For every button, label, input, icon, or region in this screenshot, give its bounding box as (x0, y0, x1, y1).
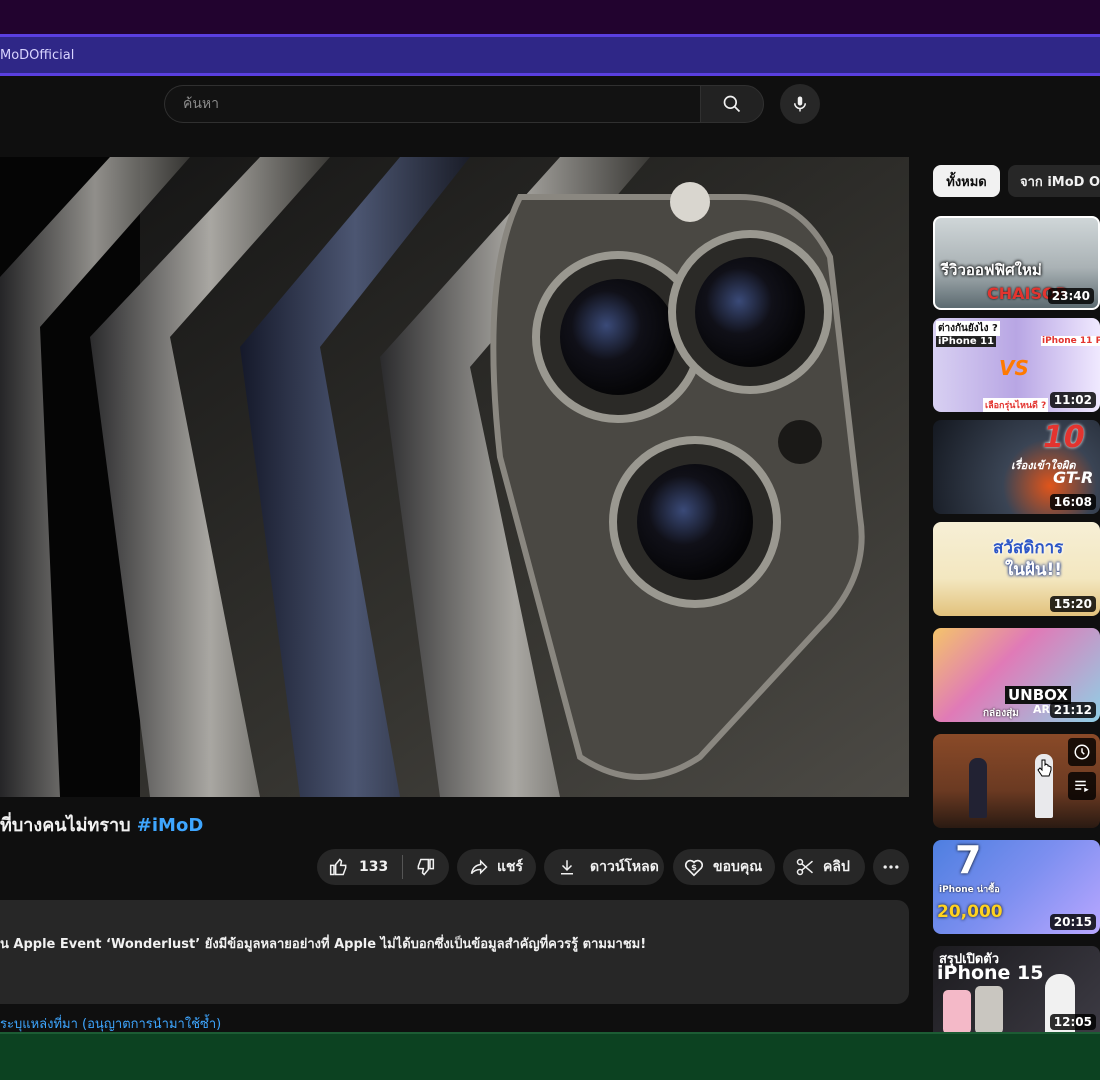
address-text: MoDOfficial (0, 48, 75, 63)
video-player[interactable] (0, 157, 909, 797)
thumbnail-overlay-text: iPhone น่าซื้อ (939, 885, 1000, 895)
description-box[interactable]: น Apple Event ‘Wonderlust’ ยังมีข้อมูลหล… (0, 900, 909, 1004)
download-button[interactable]: ดาวน์โหลด (544, 849, 664, 885)
clock-icon (1074, 744, 1090, 760)
clip-label: คลิป (823, 859, 850, 875)
thumbnail-overlay-text: ต่างกันยังไง ? (936, 321, 1000, 336)
thumbnail-overlay-text: เลือกรุ่นไหนดี ? (983, 398, 1049, 412)
video-title-text: ที่บางคนไม่ทราบ (0, 815, 137, 836)
thumbnail-overlay-text: 20,000 (937, 902, 1003, 922)
heart-dollar-icon: $ (684, 859, 704, 877)
chip-from-channel[interactable]: จาก iMoD Official (1008, 165, 1100, 197)
like-dislike-group: 133 (317, 849, 449, 885)
search-icon (723, 95, 741, 113)
video-duration: 11:02 (1049, 392, 1096, 408)
related-video-thumbnail[interactable]: สวัสดิการ ในฝัน!! 15:20 (933, 522, 1100, 616)
video-duration: 23:40 (1047, 288, 1094, 304)
related-video-thumbnail[interactable]: รีวิวออฟฟิศใหม่ CHAISOR 23:40 (933, 216, 1100, 310)
dislike-button[interactable] (403, 857, 435, 877)
queue-icon (1075, 780, 1089, 792)
related-video-thumbnail[interactable]: 7 iPhone น่าซื้อ 20,000 20:15 (933, 840, 1100, 934)
thumbs-up-icon (329, 858, 347, 876)
mouse-pointer-icon (1037, 759, 1052, 777)
like-count: 133 (359, 859, 389, 875)
phone-graphic (975, 986, 1003, 1034)
more-horizontal-icon (883, 865, 899, 869)
search-box[interactable] (164, 85, 700, 123)
scissors-icon (796, 858, 813, 876)
share-button[interactable]: แชร์ (457, 849, 536, 885)
youtube-header (0, 76, 1100, 136)
like-button[interactable]: 133 (317, 857, 388, 877)
video-duration: 12:05 (1049, 1014, 1096, 1030)
share-label: แชร์ (497, 859, 524, 875)
related-video-thumbnail[interactable]: UNBOX ART กล่องสุ่ม 21:12 (933, 628, 1100, 722)
thumbnail-overlay-text: รีวิวออฟฟิศใหม่ (941, 261, 1042, 279)
thumbnail-overlay-text: GT-R (1053, 468, 1094, 487)
video-title: ที่บางคนไม่ทราบ #iMoD (0, 810, 203, 839)
search-button[interactable] (700, 85, 764, 123)
voice-search-button[interactable] (780, 84, 820, 124)
vs-badge: VS (999, 356, 1029, 380)
video-duration: 15:20 (1049, 596, 1096, 612)
related-video-thumbnail[interactable]: สรุปเปิดตัว iPhone 15 12:05 (933, 946, 1100, 1034)
download-label: ดาวน์โหลด (590, 859, 659, 875)
related-video-thumbnail[interactable]: ต่างกันยังไง ? iPhone 11 iPhone 11 Pro V… (933, 318, 1100, 412)
download-icon (561, 860, 573, 875)
browser-top-bar (0, 0, 1100, 34)
license-link[interactable]: ระบุแหล่งที่มา (อนุญาตการนำมาใช้ซ้ำ) (0, 1013, 221, 1034)
thumbnail-overlay-text: ในฝัน!! (1005, 560, 1063, 580)
thumbnail-overlay-text: iPhone 15 (937, 962, 1044, 984)
related-video-thumbnail[interactable]: 10 เรื่องเข้าใจผิด GT-R 16:08 (933, 420, 1100, 514)
search-input[interactable] (181, 95, 700, 113)
description-text: น Apple Event ‘Wonderlust’ ยังมีข้อมูลหล… (0, 937, 647, 952)
thumbnail-overlay-text: 7 (955, 840, 982, 882)
video-duration: 21:12 (1049, 702, 1096, 718)
thumbnail-overlay-text: กล่องสุ่ม (983, 708, 1019, 719)
taskbar (0, 1032, 1100, 1080)
video-duration: 20:15 (1049, 914, 1096, 930)
svg-text:$: $ (691, 862, 697, 872)
thanks-button[interactable]: $ ขอบคุณ (673, 849, 775, 885)
thanks-label: ขอบคุณ (713, 859, 763, 875)
clip-button[interactable]: คลิป (783, 849, 865, 885)
browser-address-bar[interactable]: MoDOfficial (0, 34, 1100, 76)
thumbnail-overlay-text: 10 (1043, 420, 1085, 455)
share-icon (470, 859, 488, 875)
video-hashtag[interactable]: #iMoD (137, 815, 203, 836)
video-frame (0, 157, 909, 797)
video-duration: 16:08 (1049, 494, 1096, 510)
phone-graphic (943, 990, 971, 1034)
presenter-figure (969, 758, 987, 818)
watch-later-button[interactable] (1068, 738, 1096, 766)
thumbs-down-icon (417, 858, 435, 876)
related-video-thumbnail[interactable] (933, 734, 1100, 828)
chip-all[interactable]: ทั้งหมด (933, 165, 1000, 197)
microphone-icon (794, 96, 806, 112)
add-to-queue-button[interactable] (1068, 772, 1096, 800)
thumbnail-overlay-text: iPhone 11 Pro (1041, 336, 1100, 346)
thumbnail-overlay-text: iPhone 11 (936, 336, 997, 347)
more-actions-button[interactable] (873, 849, 909, 885)
